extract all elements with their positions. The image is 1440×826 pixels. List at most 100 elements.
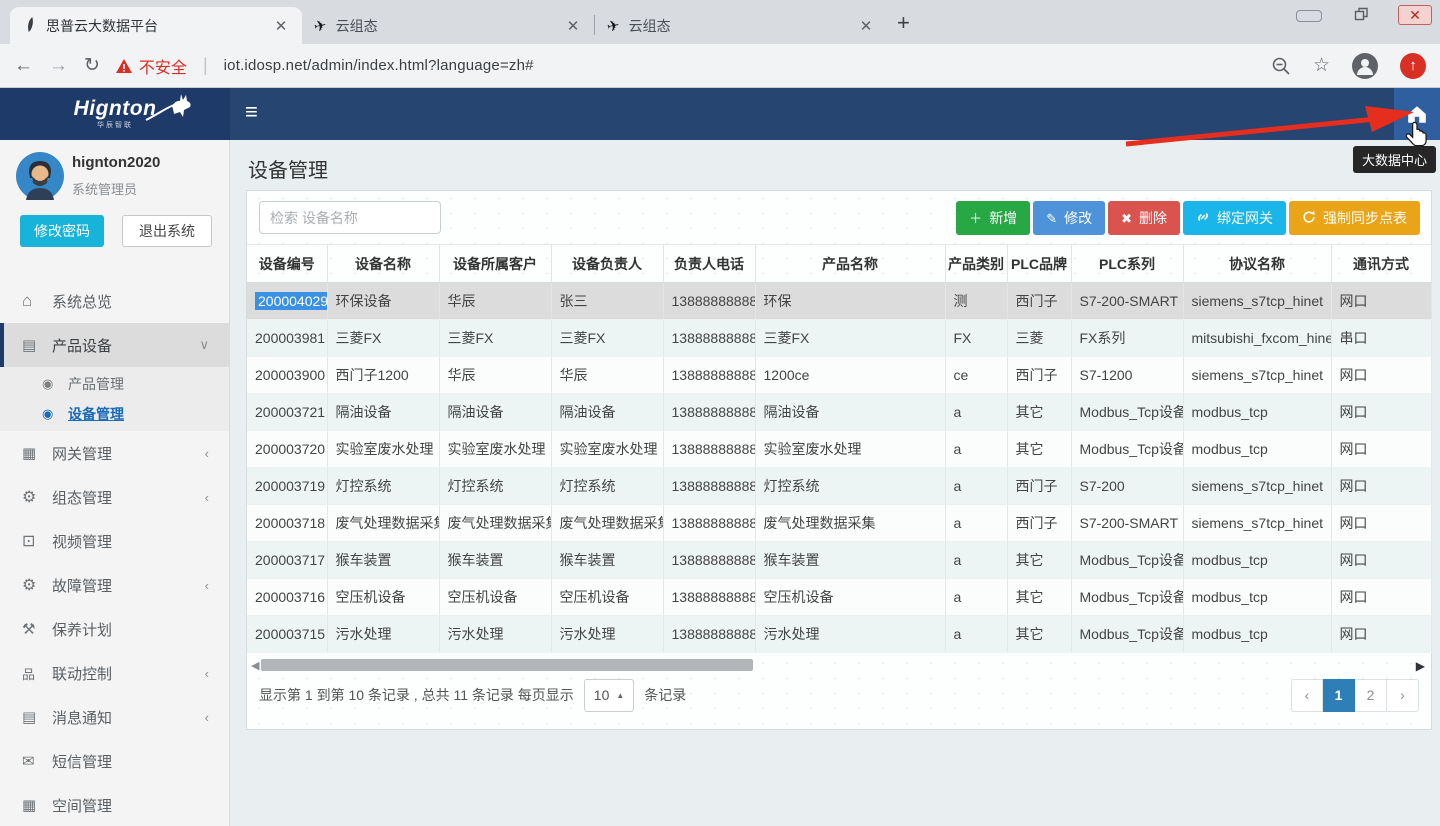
window-controls: ✕ [1294,3,1432,25]
page-button-2[interactable]: 2 [1355,679,1387,712]
scrollbar-thumb[interactable] [261,659,753,671]
tab-close-icon[interactable]: ✕ [564,17,582,35]
table-row[interactable]: 200003721 隔油设备 隔油设备 隔油设备 13888888888 隔油设… [247,394,1431,431]
url-text[interactable]: iot.idosp.net/admin/index.html?language=… [224,57,534,74]
column-header[interactable]: 设备所属客户 [439,245,551,283]
sidebar-item-maintenance-plan[interactable]: 保养计划 [0,607,229,651]
new-tab-button[interactable]: + [897,12,910,34]
edit-button[interactable]: ✎修改 [1033,201,1105,235]
scroll-left-arrow-icon[interactable]: ◀ [251,659,259,672]
page-button-1[interactable]: 1 [1323,679,1355,712]
column-header[interactable]: PLC品牌 [1007,245,1071,283]
owner-phone: 13888888888 [663,505,755,542]
bind-gateway-button[interactable]: 绑定网关 [1183,201,1286,235]
sidebar-item-space-management[interactable]: 空间管理 [0,783,229,826]
main-content: 设备管理 ＋新增 ✎修改 ✖删除 绑定网关 [231,140,1440,826]
change-password-button[interactable]: 修改密码 [20,215,104,247]
plc-brand: 其它 [1007,616,1071,653]
device-customer: 废气处理数据采集 [439,505,551,542]
sidebar-item-gateway-management[interactable]: 网关管理 ‹ [0,431,229,475]
protocol-name: mitsubishi_fxcom_hinet [1183,320,1331,357]
table-row[interactable]: 200003718 废气处理数据采集 废气处理数据采集 废气处理数据采集 138… [247,505,1431,542]
device-owner: 空压机设备 [551,579,663,616]
browser-tab-3[interactable]: ✈ 云组态 ✕ [595,7,887,44]
column-header[interactable]: 协议名称 [1183,245,1331,283]
pencil-icon: ✎ [1046,212,1057,225]
browser-tab-1[interactable]: 思普云大数据平台 ✕ [10,7,302,44]
device-customer: 三菱FX [439,320,551,357]
column-header[interactable]: 产品类别 [945,245,1007,283]
reload-icon[interactable]: ↻ [84,56,100,75]
bookmark-star-icon[interactable]: ☆ [1313,54,1330,77]
device-owner: 灯控系统 [551,468,663,505]
restore-button[interactable] [1346,3,1376,25]
sidebar-item-linkage-control[interactable]: 联动控制 ‹ [0,651,229,695]
sidebar-item-message-notification[interactable]: 消息通知 ‹ [0,695,229,739]
device-name: 废气处理数据采集 [327,505,439,542]
product-name: 隔油设备 [755,394,945,431]
forward-icon[interactable]: → [49,56,68,75]
table-row[interactable]: 200003719 灯控系统 灯控系统 灯控系统 13888888888 灯控系… [247,468,1431,505]
force-sync-button[interactable]: 强制同步点表 [1289,201,1420,235]
protocol-name: modbus_tcp [1183,394,1331,431]
pagination-bar: 显示第 1 到第 10 条记录 , 总共 11 条记录 每页显示 10 ▲ 条记… [259,678,1419,712]
tab-close-icon[interactable]: ✕ [272,17,290,35]
pagination-info: 显示第 1 到第 10 条记录 , 总共 11 条记录 每页显示 [259,685,574,705]
sidebar-item-product-device[interactable]: 产品设备 ∨ [0,323,229,367]
table-row[interactable]: 200003717 猴车装置 猴车装置 猴车装置 13888888888 猴车装… [247,542,1431,579]
browser-tab-2[interactable]: ✈ 云组态 ✕ [302,7,594,44]
minimize-button[interactable] [1294,3,1324,25]
browser-profile-icon[interactable] [1352,53,1378,79]
sidebar-item-fault-management[interactable]: 故障管理 ‹ [0,563,229,607]
zoom-out-icon[interactable] [1271,56,1291,76]
table-row[interactable]: 200003720 实验室废水处理 实验室废水处理 实验室废水处理 138888… [247,431,1431,468]
device-name: 实验室废水处理 [327,431,439,468]
comm-mode: 网口 [1331,468,1431,505]
warning-triangle-icon [116,59,132,73]
brand-logo: Hignton 华辰智联 [0,88,230,140]
column-header[interactable]: PLC系列 [1071,245,1183,283]
back-icon[interactable]: ← [14,56,33,75]
table-row[interactable]: 200003900 西门子1200 华辰 华辰 13888888888 1200… [247,357,1431,394]
table-row[interactable]: 200004029 环保设备 华辰 张三 13888888888 环保 测 西门… [247,283,1431,320]
pagination-pages: ‹ 1 2 › [1291,679,1419,712]
device-id: 200003721 [255,404,325,420]
table-row[interactable]: 200003715 污水处理 污水处理 污水处理 13888888888 污水处… [247,616,1431,653]
table-row[interactable]: 200003981 三菱FX 三菱FX 三菱FX 13888888888 三菱F… [247,320,1431,357]
refresh-icon [1302,210,1316,226]
device-customer: 华辰 [439,283,551,320]
hamburger-menu-icon[interactable]: ≡ [245,101,258,140]
prev-page-button[interactable]: ‹ [1291,679,1323,712]
close-button[interactable]: ✕ [1398,5,1432,25]
table-row[interactable]: 200003716 空压机设备 空压机设备 空压机设备 13888888888 … [247,579,1431,616]
scroll-right-arrow-icon[interactable]: ▶ [1416,659,1425,673]
device-name: 灯控系统 [327,468,439,505]
column-header[interactable]: 设备负责人 [551,245,663,283]
column-header[interactable]: 负责人电话 [663,245,755,283]
browser-update-icon[interactable]: ↑ [1400,53,1426,79]
column-header[interactable]: 设备名称 [327,245,439,283]
column-header[interactable]: 产品名称 [755,245,945,283]
sidebar-item-sms-management[interactable]: 短信管理 [0,739,229,783]
page-size-dropdown[interactable]: 10 ▲ [584,679,635,712]
sidebar-item-product-management[interactable]: 产品管理 [0,369,229,399]
bigdata-home-button[interactable] [1394,88,1440,140]
search-input[interactable] [259,201,441,234]
comm-mode: 串口 [1331,320,1431,357]
device-name: 西门子1200 [327,357,439,394]
next-page-button[interactable]: › [1387,679,1419,712]
delete-button[interactable]: ✖删除 [1108,201,1180,235]
plc-brand: 其它 [1007,431,1071,468]
add-button[interactable]: ＋新增 [956,201,1030,235]
logout-button[interactable]: 退出系统 [122,215,212,247]
column-header[interactable]: 通讯方式 [1331,245,1431,283]
device-name: 污水处理 [327,616,439,653]
security-chip[interactable]: 不安全 [116,54,187,78]
column-header[interactable]: 设备编号 [247,245,327,283]
sidebar-item-scada-management[interactable]: 组态管理 ‹ [0,475,229,519]
sidebar-item-device-management[interactable]: 设备管理 [0,399,229,429]
sidebar-item-video-management[interactable]: 视频管理 [0,519,229,563]
device-owner: 三菱FX [551,320,663,357]
sidebar-item-system-overview[interactable]: 系统总览 [0,279,229,323]
tab-close-icon[interactable]: ✕ [857,17,875,35]
